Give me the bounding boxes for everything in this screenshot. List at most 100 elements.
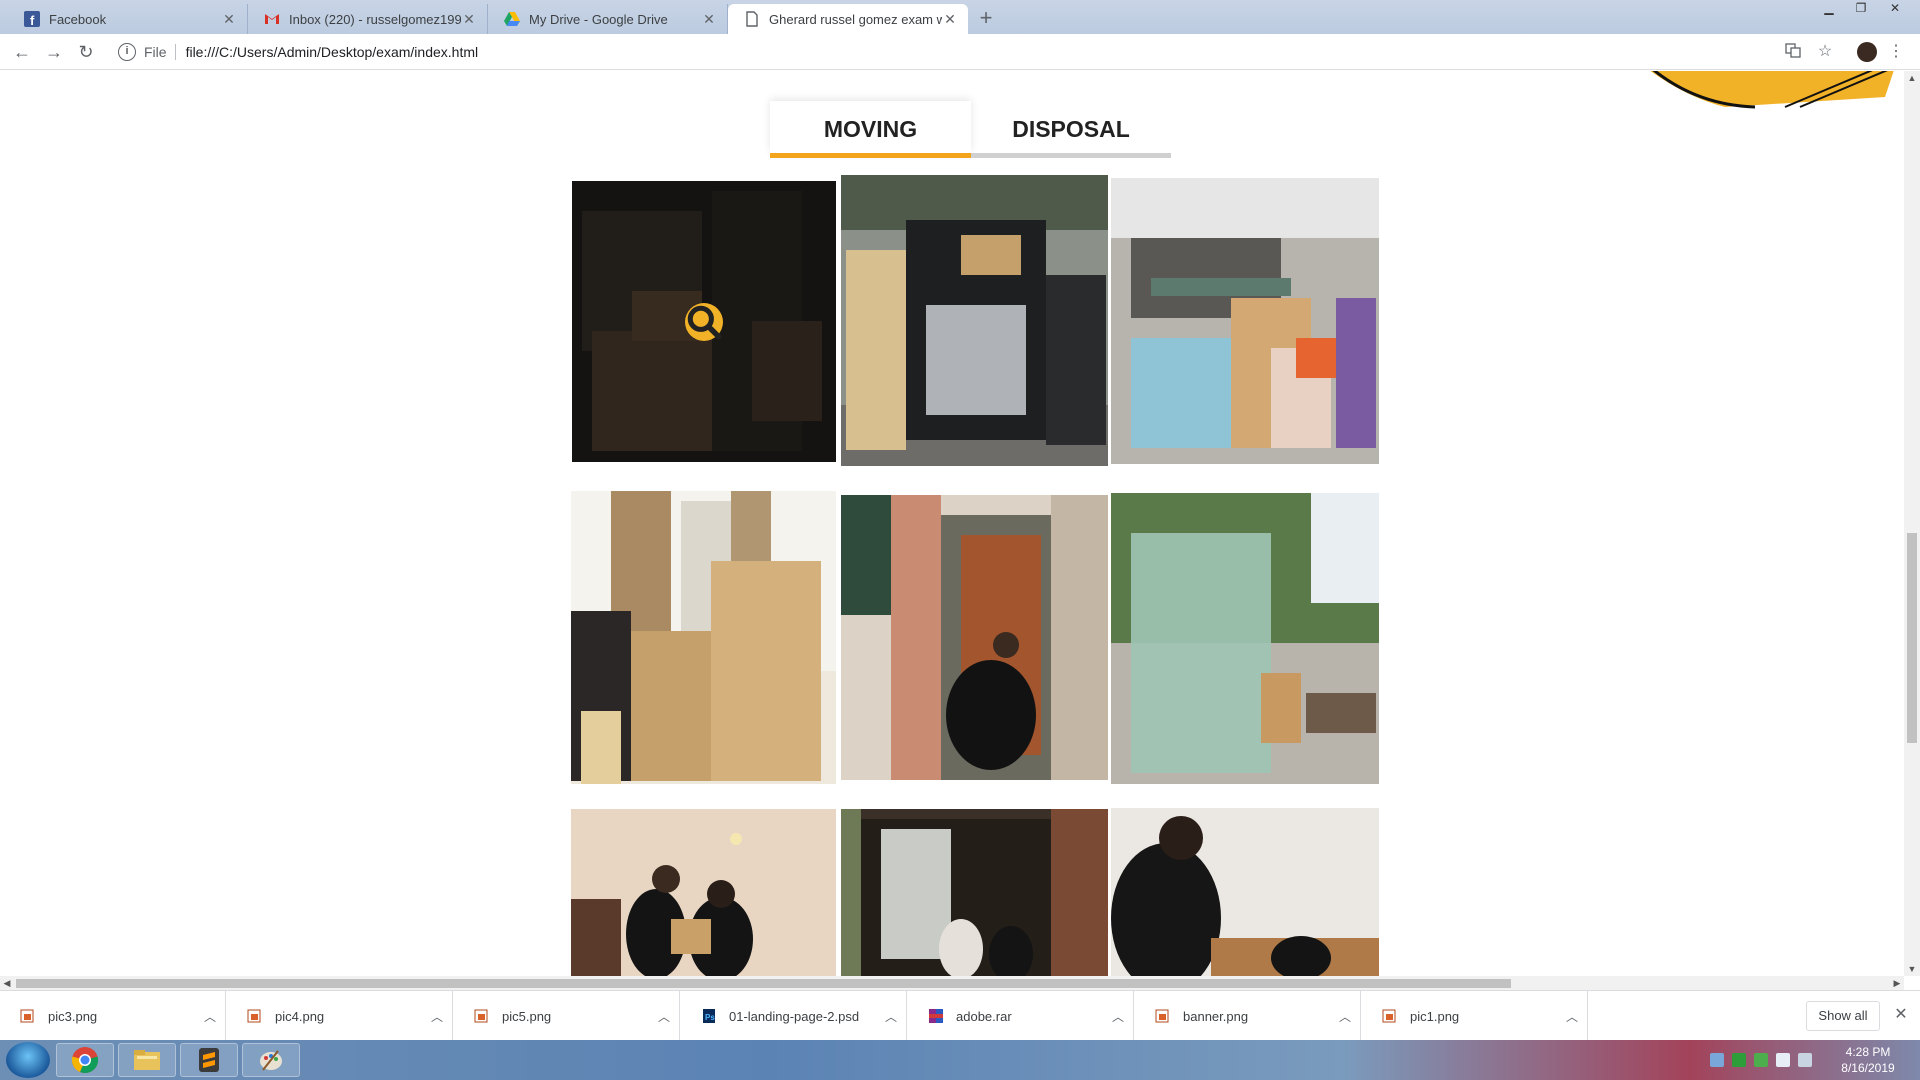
chevron-up-icon[interactable]: ︿ (195, 1008, 225, 1025)
photo-image (841, 495, 1108, 780)
action-center-icon[interactable] (1798, 1053, 1812, 1067)
back-arrow-icon[interactable]: ← (10, 40, 34, 64)
tab-moving-label: MOVING (823, 116, 918, 142)
psd-file-icon: Ps (703, 1009, 715, 1023)
show-all-button[interactable]: Show all (1806, 1001, 1880, 1031)
tab-underline (971, 153, 1171, 158)
download-item[interactable]: pic1.png ︿ (1362, 991, 1588, 1041)
sublime-text-icon[interactable] (180, 1043, 238, 1077)
tab-disposal-label: DISPOSAL (1012, 116, 1130, 142)
download-item[interactable]: adobe.rar ︿ (908, 991, 1134, 1041)
download-filename: pic1.png (1410, 1008, 1460, 1024)
download-item[interactable]: pic5.png ︿ (454, 991, 680, 1041)
tab-facebook[interactable]: f Facebook ✕ (8, 4, 248, 34)
download-filename: banner.png (1183, 1008, 1249, 1024)
gallery-photo[interactable] (1111, 493, 1379, 784)
tab-google-drive[interactable]: My Drive - Google Drive ✕ (488, 4, 728, 34)
gallery-photo[interactable] (841, 495, 1108, 780)
language-icon[interactable] (1710, 1053, 1724, 1067)
chevron-up-icon[interactable]: ︿ (1330, 1008, 1360, 1025)
photo-image (1111, 493, 1379, 784)
close-icon[interactable]: ✕ (461, 11, 477, 28)
gallery-photo[interactable] (1111, 808, 1379, 976)
chevron-up-icon[interactable]: ︿ (1103, 1008, 1133, 1025)
network-icon[interactable] (1732, 1053, 1746, 1067)
tab-title: Gherard russel gomez exam web (769, 11, 942, 27)
nvidia-icon[interactable] (1754, 1053, 1768, 1067)
reload-icon[interactable]: ↻ (74, 40, 98, 64)
svg-text:Ps: Ps (705, 1013, 715, 1022)
gallery-photo[interactable] (841, 175, 1108, 466)
profile-avatar[interactable] (1857, 42, 1877, 62)
file-explorer-icon[interactable] (118, 1043, 176, 1077)
system-clock[interactable]: 4:28 PM 8/16/2019 (1828, 1044, 1908, 1076)
tab-moving[interactable]: MOVING (770, 101, 971, 158)
scrollbar-thumb[interactable] (1907, 533, 1917, 743)
new-tab-button[interactable]: + (972, 7, 1000, 31)
clock-date: 8/16/2019 (1841, 1061, 1895, 1075)
image-file-icon (247, 1009, 261, 1023)
scroll-up-arrow-icon[interactable]: ▲ (1904, 71, 1920, 85)
gmail-icon (264, 11, 280, 27)
divider (174, 44, 176, 60)
clock-time: 4:28 PM (1845, 1045, 1891, 1059)
decorative-banner-shape (1650, 71, 1894, 109)
rar-file-icon (929, 1009, 943, 1023)
volume-icon[interactable] (1776, 1053, 1790, 1067)
chrome-icon[interactable] (56, 1043, 114, 1077)
chevron-up-icon[interactable]: ︿ (876, 1008, 906, 1025)
tab-disposal[interactable]: DISPOSAL (971, 101, 1171, 158)
scroll-down-arrow-icon[interactable]: ▼ (1904, 962, 1920, 976)
download-filename: adobe.rar (956, 1008, 1012, 1024)
close-icon[interactable]: ✕ (942, 11, 958, 28)
gallery-photo[interactable] (571, 491, 836, 784)
maximize-button[interactable]: ❐ (1846, 0, 1876, 18)
minimize-button[interactable]: ▁ (1814, 0, 1844, 18)
scrollbar-thumb[interactable] (16, 979, 1511, 988)
bookmark-star-icon[interactable]: ☆ (1815, 42, 1835, 62)
download-item[interactable]: banner.png ︿ (1135, 991, 1361, 1041)
system-tray (1710, 1046, 1812, 1074)
chevron-up-icon[interactable]: ︿ (422, 1008, 452, 1025)
chevron-up-icon[interactable]: ︿ (1557, 1008, 1587, 1025)
gallery-photo[interactable] (1111, 178, 1379, 464)
translate-icon[interactable] (1783, 42, 1803, 62)
close-window-button[interactable]: ✕ (1880, 0, 1910, 18)
photo-image (571, 809, 836, 976)
tab-exam-web[interactable]: Gherard russel gomez exam web ✕ (728, 4, 968, 34)
image-file-icon (1155, 1009, 1169, 1023)
menu-dots-icon[interactable]: ⋮ (1886, 42, 1906, 62)
download-filename: pic4.png (275, 1008, 325, 1024)
url-text[interactable]: file:///C:/Users/Admin/Desktop/exam/inde… (186, 44, 479, 60)
image-file-icon (474, 1009, 488, 1023)
forward-arrow-icon[interactable]: → (42, 40, 66, 64)
info-icon[interactable]: i (118, 43, 136, 61)
horizontal-scrollbar[interactable]: ◀ ▶ (0, 976, 1904, 990)
scroll-left-arrow-icon[interactable]: ◀ (0, 976, 14, 990)
address-bar[interactable]: i File file:///C:/Users/Admin/Desktop/ex… (110, 38, 1770, 66)
paint-icon[interactable] (242, 1043, 300, 1077)
zoom-magnifier-icon[interactable] (685, 302, 723, 341)
chevron-up-icon[interactable]: ︿ (649, 1008, 679, 1025)
page-viewport: MOVING DISPOSAL (0, 71, 1904, 976)
image-file-icon (1382, 1009, 1396, 1023)
download-shelf: pic3.png ︿ pic4.png ︿ pic5.png ︿ Ps 01-l… (0, 990, 1920, 1041)
scroll-right-arrow-icon[interactable]: ▶ (1890, 976, 1904, 990)
download-item[interactable]: pic4.png ︿ (227, 991, 453, 1041)
vertical-scrollbar[interactable]: ▲ ▼ (1904, 71, 1920, 976)
windows-start-button[interactable] (6, 1042, 50, 1078)
gallery-photo[interactable] (572, 181, 836, 462)
google-drive-icon (504, 11, 520, 27)
photo-image (1111, 808, 1379, 976)
tab-gmail[interactable]: Inbox (220) - russelgomez1999@ ✕ (248, 4, 488, 34)
download-item[interactable]: pic3.png ︿ (0, 991, 226, 1041)
close-icon[interactable]: ✕ (1890, 1004, 1912, 1026)
gallery-photo[interactable] (841, 809, 1108, 976)
active-tab-underline (770, 153, 971, 158)
gallery-photo[interactable] (571, 809, 836, 976)
close-icon[interactable]: ✕ (221, 11, 237, 28)
download-filename: 01-landing-page-2.psd (729, 1008, 860, 1024)
close-icon[interactable]: ✕ (701, 11, 717, 28)
tab-title: My Drive - Google Drive (529, 11, 668, 27)
download-item[interactable]: Ps 01-landing-page-2.psd ︿ (681, 991, 907, 1041)
